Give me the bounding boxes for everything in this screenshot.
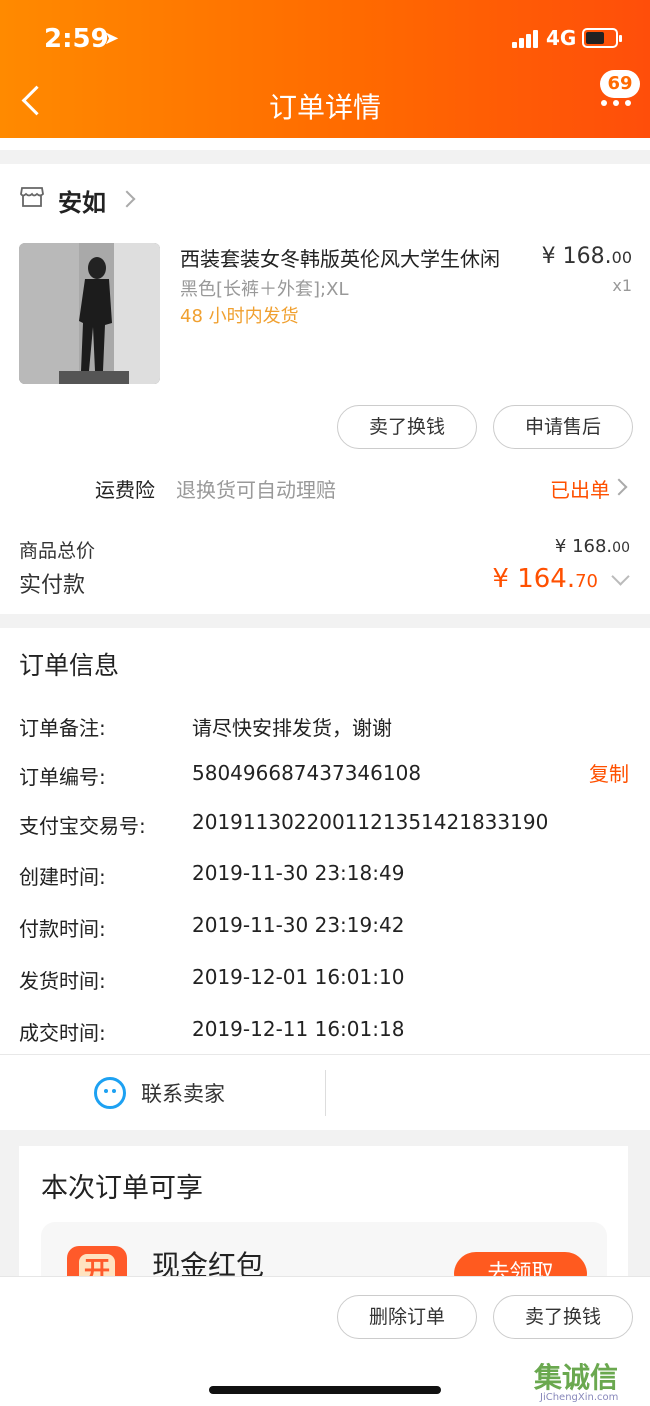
status-bar: 2:59 ➤ 4G <box>0 20 650 60</box>
goods-total-label: 商品总价 <box>19 540 96 562</box>
shipping-insurance-desc: 退换货可自动理赔 <box>176 478 336 502</box>
info-label-remark: 订单备注: <box>19 716 106 740</box>
info-label-order-no: 订单编号: <box>19 765 106 789</box>
paid-label: 实付款 <box>19 573 86 598</box>
info-value-remark: 请尽快安排发货，谢谢 <box>192 716 392 740</box>
product-price-cents: 00 <box>611 248 632 267</box>
watermark-site: JiChengXin.com <box>540 1392 619 1403</box>
more-dots-icon[interactable] <box>601 100 631 110</box>
product-price-main: ¥ 168. <box>541 244 612 269</box>
product-spec: 黑色[长裤＋外套];XL <box>180 279 349 300</box>
message-badge: 69 <box>600 70 640 98</box>
goods-total-value: ¥ 168.00 <box>555 536 630 557</box>
order-info-title: 订单信息 <box>19 651 120 680</box>
product-price: ¥ 168.00 <box>542 244 632 269</box>
signal-icon <box>512 30 540 48</box>
watermark-logo: 集诚信 <box>534 1361 619 1394</box>
chat-face-icon[interactable] <box>94 1077 126 1109</box>
order-item-card <box>0 164 650 614</box>
header-bar: 2:59 ➤ 4G 订单详情 69 <box>0 0 650 138</box>
shipping-insurance-label: 运费险 <box>95 478 155 502</box>
shipping-promise: 48 小时内发货 <box>180 306 299 327</box>
info-label-shipped: 发货时间: <box>19 969 106 993</box>
benefits-title: 本次订单可享 <box>41 1173 203 1204</box>
info-value-created: 2019-11-30 23:18:49 <box>192 861 405 885</box>
info-value-completed: 2019-12-11 16:01:18 <box>192 1017 405 1041</box>
battery-icon <box>582 28 622 48</box>
vertical-divider <box>325 1070 326 1116</box>
info-label-created: 创建时间: <box>19 865 106 889</box>
paid-value: ¥ 164.70 <box>492 564 598 594</box>
status-time: 2:59 <box>44 24 109 54</box>
after-sale-button[interactable]: 申请售后 <box>493 405 633 449</box>
shipping-insurance-status[interactable]: 已出单 <box>550 474 610 503</box>
divider <box>0 1054 650 1055</box>
paid-cents: 70 <box>575 571 598 592</box>
sell-bottom-button[interactable]: 卖了换钱 <box>493 1295 633 1339</box>
top-strip <box>0 138 650 150</box>
delete-order-button[interactable]: 删除订单 <box>337 1295 477 1339</box>
goods-total-main: ¥ 168. <box>554 536 613 557</box>
copy-button[interactable]: 复制 <box>589 758 629 787</box>
info-value-order-no: 580496687437346108 <box>192 761 422 785</box>
info-label-paid: 付款时间: <box>19 917 106 941</box>
product-image[interactable] <box>19 243 160 384</box>
home-indicator[interactable] <box>209 1386 441 1394</box>
paid-main: ¥ 164. <box>492 564 576 594</box>
info-value-shipped: 2019-12-01 16:01:10 <box>192 965 405 989</box>
shop-name[interactable]: 安如 <box>58 183 106 218</box>
product-title[interactable]: 西装套装女冬韩版英伦风大学生休闲 <box>180 243 500 272</box>
info-value-alipay-no: 2019113022001121351421833190 <box>192 810 549 834</box>
goods-total-cents: 00 <box>612 540 630 556</box>
location-arrow-icon: ➤ <box>104 28 120 49</box>
network-type: 4G <box>546 26 577 50</box>
contact-seller-button[interactable]: 联系卖家 <box>141 1078 225 1108</box>
info-label-alipay-no: 支付宝交易号: <box>19 814 146 838</box>
product-quantity: x1 <box>612 276 632 295</box>
sell-button[interactable]: 卖了换钱 <box>337 405 477 449</box>
shop-icon <box>20 187 44 207</box>
page-title: 订单详情 <box>268 91 381 124</box>
info-label-completed: 成交时间: <box>19 1021 106 1045</box>
info-value-paid: 2019-11-30 23:19:42 <box>192 913 405 937</box>
